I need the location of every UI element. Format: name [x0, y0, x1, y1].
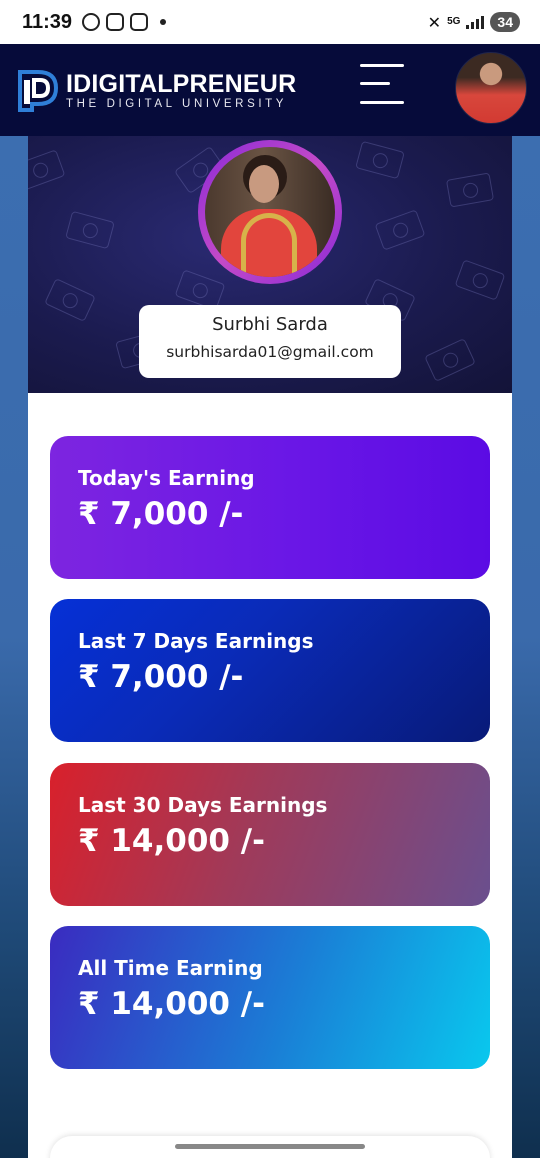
earning-label: Last 7 Days Earnings [78, 629, 314, 653]
network-type: 5G [447, 16, 461, 27]
status-time: 11:39 [22, 10, 73, 33]
earning-card-30-days[interactable]: Last 30 Days Earnings ₹ 14,000 /- [50, 763, 490, 906]
profile-name: Surbhi Sarda [212, 314, 328, 335]
signal-icon [466, 15, 485, 29]
main-content: Surbhi Sarda surbhisarda01@gmail.com Tod… [28, 136, 512, 1158]
earning-value: ₹ 14,000 /- [78, 823, 265, 859]
brand-tagline: THE DIGITAL UNIVERSITY [66, 97, 288, 110]
status-right: ✕ 5G 34 [428, 12, 520, 32]
earning-card-all-time[interactable]: All Time Earning ₹ 14,000 /- [50, 926, 490, 1069]
whatsapp-icon [82, 13, 101, 31]
app-header: IDIGITALPRENEUR THE DIGITAL UNIVERSITY [0, 44, 540, 136]
mute-icon: ✕ [427, 12, 442, 32]
notification-icons [82, 13, 167, 31]
earning-value: ₹ 7,000 /- [78, 496, 244, 532]
earning-label: All Time Earning [78, 956, 263, 980]
money-pattern-icon [28, 149, 66, 191]
profile-info-card: Surbhi Sarda surbhisarda01@gmail.com [139, 305, 401, 378]
money-pattern-icon [44, 278, 96, 322]
hamburger-menu-icon[interactable] [360, 64, 404, 108]
more-notifications-dot-icon [160, 19, 167, 25]
money-pattern-icon [374, 209, 426, 251]
earning-card-7-days[interactable]: Last 7 Days Earnings ₹ 7,000 /- [50, 599, 490, 742]
home-indicator[interactable] [175, 1144, 365, 1149]
status-bar: 11:39 ✕ 5G 34 [0, 0, 540, 44]
brand: IDIGITALPRENEUR THE DIGITAL UNIVERSITY [66, 71, 296, 110]
scan-icon [130, 13, 149, 31]
profile-hero: Surbhi Sarda surbhisarda01@gmail.com [28, 136, 512, 393]
profile-photo[interactable] [198, 140, 342, 284]
money-pattern-icon [445, 172, 495, 208]
earning-value: ₹ 14,000 /- [78, 986, 265, 1022]
brand-name: IDIGITALPRENEUR [66, 69, 297, 98]
earning-label: Today's Earning [78, 466, 255, 490]
money-pattern-icon [65, 210, 115, 250]
money-pattern-icon [454, 259, 506, 301]
screenshot-icon [106, 13, 125, 31]
earning-card-today[interactable]: Today's Earning ₹ 7,000 /- [50, 436, 490, 579]
profile-email: surbhisarda01@gmail.com [166, 343, 374, 361]
header-avatar[interactable] [455, 52, 527, 124]
money-pattern-icon [355, 140, 405, 180]
earning-value: ₹ 7,000 /- [78, 659, 244, 695]
battery-indicator: 34 [490, 12, 520, 32]
brand-logo-icon[interactable] [14, 66, 62, 114]
earning-label: Last 30 Days Earnings [78, 793, 328, 817]
money-pattern-icon [424, 338, 476, 382]
profile-photo-image [205, 147, 335, 277]
